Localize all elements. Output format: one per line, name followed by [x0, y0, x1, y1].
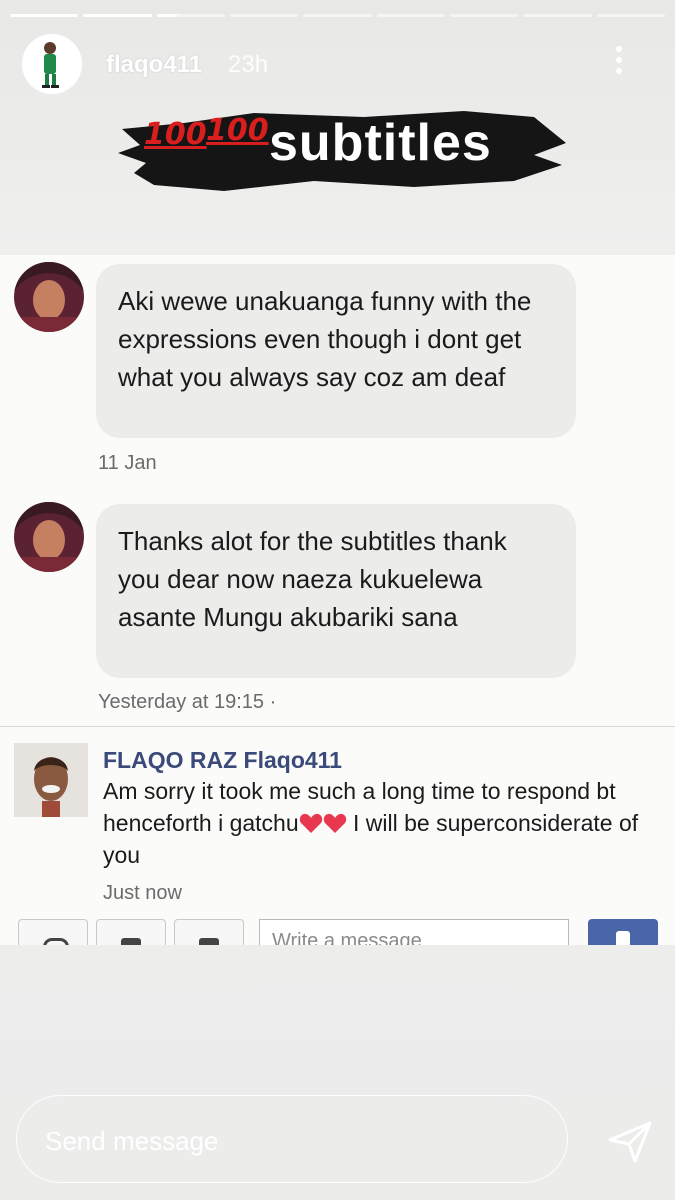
story-username[interactable]: flaqo411: [106, 51, 202, 79]
reply-author[interactable]: FLAQO RAZ Flaqo411: [103, 747, 342, 774]
progress-segment: [83, 14, 152, 17]
send-message-field[interactable]: Send message: [16, 1095, 568, 1183]
sender-avatar: [14, 262, 84, 332]
more-icon[interactable]: [613, 46, 625, 82]
message-input[interactable]: Write a message: [259, 919, 569, 945]
message-bubble: Thanks alot for the subtitles thank you …: [96, 504, 576, 678]
send-icon[interactable]: [607, 1120, 653, 1164]
reply-timestamp: Just now: [103, 882, 182, 904]
hundred-emoji: 100: [206, 113, 269, 148]
progress-segment: [449, 14, 519, 17]
profile-avatar[interactable]: [22, 34, 82, 94]
progress-segment: [229, 14, 299, 17]
like-icon[interactable]: [588, 919, 658, 945]
message-bubble: Aki wewe unakuanga funny with the expres…: [96, 264, 576, 438]
progress-segment: [596, 14, 665, 17]
divider: [0, 726, 675, 727]
message-timestamp: 11 Jan: [98, 452, 157, 474]
progress-segment: [523, 14, 592, 17]
hundred-emoji: 100: [144, 117, 207, 152]
heart-icon: [323, 813, 346, 833]
heart-icon: [299, 813, 322, 833]
send-message-placeholder: Send message: [45, 1126, 219, 1156]
progress-segment: [376, 14, 445, 17]
story-progress: [10, 14, 665, 17]
composer-toolbar: Write a message: [0, 917, 675, 945]
camera-button[interactable]: [96, 919, 166, 945]
progress-segment: [156, 14, 225, 17]
story-time: 23h: [228, 51, 269, 78]
sticker-text: subtitles: [269, 114, 492, 172]
emoji-button[interactable]: [18, 919, 88, 945]
message-timestamp: Yesterday at 19:15 ·: [98, 691, 277, 713]
story-header: flaqo411 23h: [22, 34, 655, 96]
chat-screenshot: Aki wewe unakuanga funny with the expres…: [0, 255, 675, 945]
progress-segment: [10, 14, 79, 17]
reply-message: Am sorry it took me such a long time to …: [103, 775, 653, 871]
subtitles-sticker: 100 100 subtitles: [114, 103, 569, 199]
sender-avatar: [14, 502, 84, 572]
attachment-button[interactable]: [174, 919, 244, 945]
reply-avatar: [14, 743, 88, 817]
progress-segment: [303, 14, 372, 17]
